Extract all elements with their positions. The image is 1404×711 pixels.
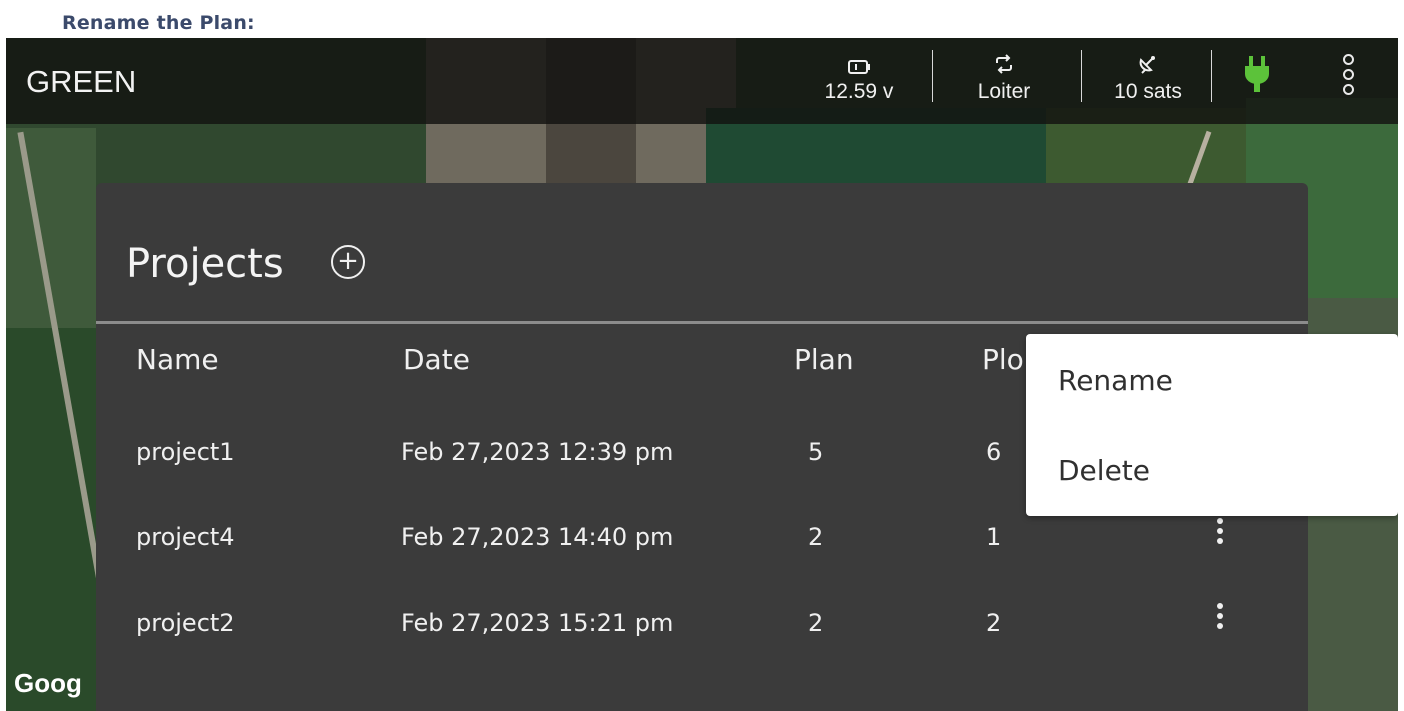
flight-mode-status[interactable]: Loiter	[964, 52, 1044, 108]
menu-item-rename[interactable]: Rename	[1058, 364, 1173, 397]
table-row-date: Feb 27,2023 14:40 pm	[401, 523, 674, 551]
table-row-date: Feb 27,2023 12:39 pm	[401, 438, 674, 466]
context-menu: Rename Delete	[1026, 334, 1398, 516]
satellite-dish-icon	[1137, 52, 1159, 74]
divider	[932, 50, 933, 102]
add-circle-icon[interactable]: +	[331, 245, 365, 279]
column-header-plot: Plo	[982, 343, 1024, 376]
flight-mode: Loiter	[977, 80, 1031, 103]
divider	[1081, 50, 1082, 102]
table-row-plot: 1	[986, 523, 1002, 551]
table-row-date: Feb 27,2023 15:21 pm	[401, 609, 674, 637]
battery-icon	[848, 52, 870, 74]
gps-status: 10 sats	[1098, 52, 1198, 108]
column-header-name: Name	[136, 343, 219, 376]
menu-item-delete[interactable]: Delete	[1058, 454, 1150, 487]
more-vertical-icon[interactable]	[1343, 54, 1354, 99]
table-row-name[interactable]: project1	[136, 438, 235, 466]
instruction-caption: Rename the Plan:	[62, 12, 255, 34]
divider	[1211, 50, 1212, 102]
table-row-plan: 2	[808, 609, 824, 637]
app-window: GREEN 12.59 v Loiter 10 sats Projects + …	[6, 38, 1398, 711]
table-row-plot: 6	[986, 438, 1002, 466]
gps-sat-count: 10 sats	[1114, 80, 1182, 103]
battery-voltage: 12.59 v	[824, 80, 894, 103]
app-title: GREEN	[26, 64, 137, 99]
table-row-plan: 5	[808, 438, 824, 466]
table-row-name[interactable]: project4	[136, 523, 235, 551]
top-bar: GREEN 12.59 v Loiter 10 sats	[6, 38, 1398, 124]
map-attribution: Goog	[14, 668, 82, 698]
battery-status: 12.59 v	[814, 52, 904, 108]
table-row-name[interactable]: project2	[136, 609, 235, 637]
column-header-date: Date	[403, 343, 470, 376]
header-divider	[96, 321, 1308, 324]
row-menu-icon[interactable]	[1217, 518, 1225, 548]
column-header-plan: Plan	[794, 343, 854, 376]
repeat-icon	[994, 52, 1014, 74]
panel-title: Projects	[126, 241, 284, 287]
power-plug-icon[interactable]	[1242, 54, 1272, 99]
table-row-plan: 2	[808, 523, 824, 551]
table-row-plot: 2	[986, 609, 1002, 637]
row-menu-icon[interactable]	[1217, 603, 1225, 633]
